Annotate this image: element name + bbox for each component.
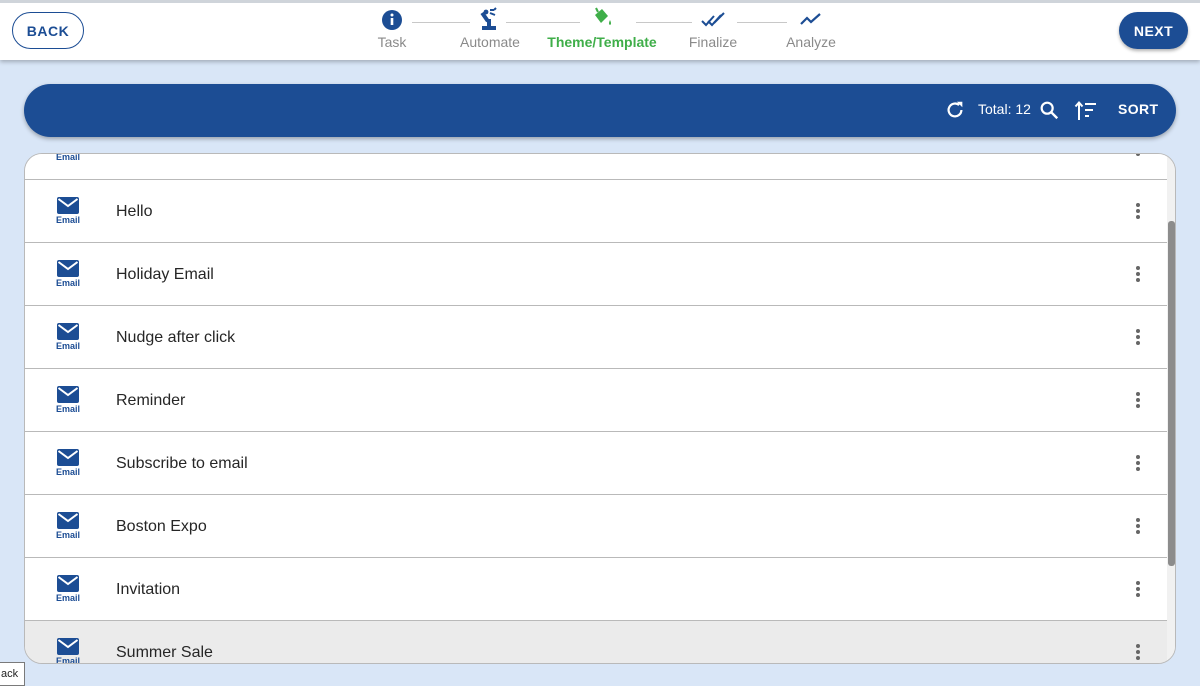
email-type: Email: [53, 260, 83, 288]
more-options-icon[interactable]: [1130, 516, 1146, 538]
type-label: Email: [55, 153, 80, 162]
mail-icon: [57, 449, 79, 466]
more-options-icon[interactable]: [1130, 579, 1146, 601]
list-item[interactable]: Email: [25, 153, 1167, 180]
template-name: Nudge after click: [116, 329, 236, 346]
robot-arm-icon: [456, 7, 524, 31]
email-type: Email: [53, 153, 83, 162]
list-item[interactable]: Email Hello: [25, 180, 1167, 243]
template-name: Reminder: [116, 392, 186, 409]
list-item[interactable]: Email Invitation: [25, 558, 1167, 621]
top-stepper-bar: BACK Task Automate Theme/Template Finali…: [0, 0, 1200, 60]
type-label: Email: [55, 215, 80, 225]
step-label: Theme/Template: [547, 34, 657, 50]
double-check-icon: [686, 7, 740, 31]
sort-button[interactable]: SORT: [1118, 101, 1159, 117]
type-label: Email: [55, 593, 80, 603]
template-name: Summer Sale: [116, 644, 213, 661]
more-options-icon[interactable]: [1130, 264, 1146, 286]
step-connector: [737, 22, 787, 23]
template-rows: Email Email Hello Email Holiday Email Em…: [25, 153, 1167, 664]
mail-icon: [57, 260, 79, 277]
list-toolbar: Total: 12 SORT: [24, 84, 1176, 137]
sort-icon[interactable]: [1074, 99, 1098, 123]
email-type: Email: [53, 323, 83, 351]
mail-icon: [57, 575, 79, 592]
email-type: Email: [53, 386, 83, 414]
step-analyze[interactable]: Analyze: [784, 7, 838, 55]
list-item[interactable]: Email Holiday Email: [25, 243, 1167, 306]
refresh-icon[interactable]: [944, 99, 966, 121]
email-type: Email: [53, 197, 83, 225]
list-item[interactable]: Email Summer Sale: [25, 621, 1167, 664]
total-count: Total: 12: [978, 101, 1031, 117]
paint-bucket-icon: [546, 7, 658, 31]
more-options-icon[interactable]: [1130, 327, 1146, 349]
list-item[interactable]: Email Nudge after click: [25, 306, 1167, 369]
back-button[interactable]: BACK: [12, 12, 84, 49]
email-type: Email: [53, 512, 83, 540]
step-task[interactable]: Task: [370, 7, 414, 55]
mail-icon: [57, 323, 79, 340]
template-name: Invitation: [116, 581, 181, 598]
more-options-icon[interactable]: [1130, 390, 1146, 412]
mail-icon: [57, 197, 79, 214]
type-label: Email: [55, 341, 80, 351]
more-options-icon[interactable]: [1130, 201, 1146, 223]
back-tooltip: ack: [0, 662, 26, 686]
step-label: Analyze: [786, 34, 836, 50]
type-label: Email: [55, 530, 80, 540]
trend-line-icon: [784, 7, 838, 31]
mail-icon: [57, 638, 79, 655]
type-label: Email: [55, 467, 80, 477]
type-label: Email: [55, 278, 80, 288]
more-options-icon[interactable]: [1130, 453, 1146, 475]
mail-icon: [57, 512, 79, 529]
type-label: Email: [55, 656, 80, 664]
type-label: Email: [55, 404, 80, 414]
list-item[interactable]: Email Reminder: [25, 369, 1167, 432]
template-name: Boston Expo: [116, 518, 207, 535]
list-item[interactable]: Email Boston Expo: [25, 495, 1167, 558]
step-label: Finalize: [688, 34, 738, 50]
more-options-icon[interactable]: [1130, 642, 1146, 663]
scrollbar-thumb[interactable]: [1168, 221, 1175, 566]
step-label: Task: [377, 34, 407, 50]
step-theme-template[interactable]: Theme/Template: [546, 7, 658, 55]
list-item[interactable]: Email Subscribe to email: [25, 432, 1167, 495]
mail-icon: [57, 386, 79, 403]
more-options-icon[interactable]: [1130, 154, 1146, 160]
email-type: Email: [53, 638, 83, 664]
search-icon[interactable]: [1038, 99, 1060, 121]
step-automate[interactable]: Automate: [456, 7, 524, 55]
next-button[interactable]: NEXT: [1119, 12, 1188, 49]
template-name: Hello: [116, 203, 153, 220]
step-label: Automate: [460, 34, 520, 50]
email-type: Email: [53, 575, 83, 603]
template-name: Holiday Email: [116, 266, 214, 283]
info-icon: [370, 7, 414, 31]
step-finalize[interactable]: Finalize: [686, 7, 740, 55]
template-name: Subscribe to email: [116, 455, 248, 472]
template-list: Email Email Hello Email Holiday Email Em…: [24, 153, 1176, 664]
email-type: Email: [53, 449, 83, 477]
